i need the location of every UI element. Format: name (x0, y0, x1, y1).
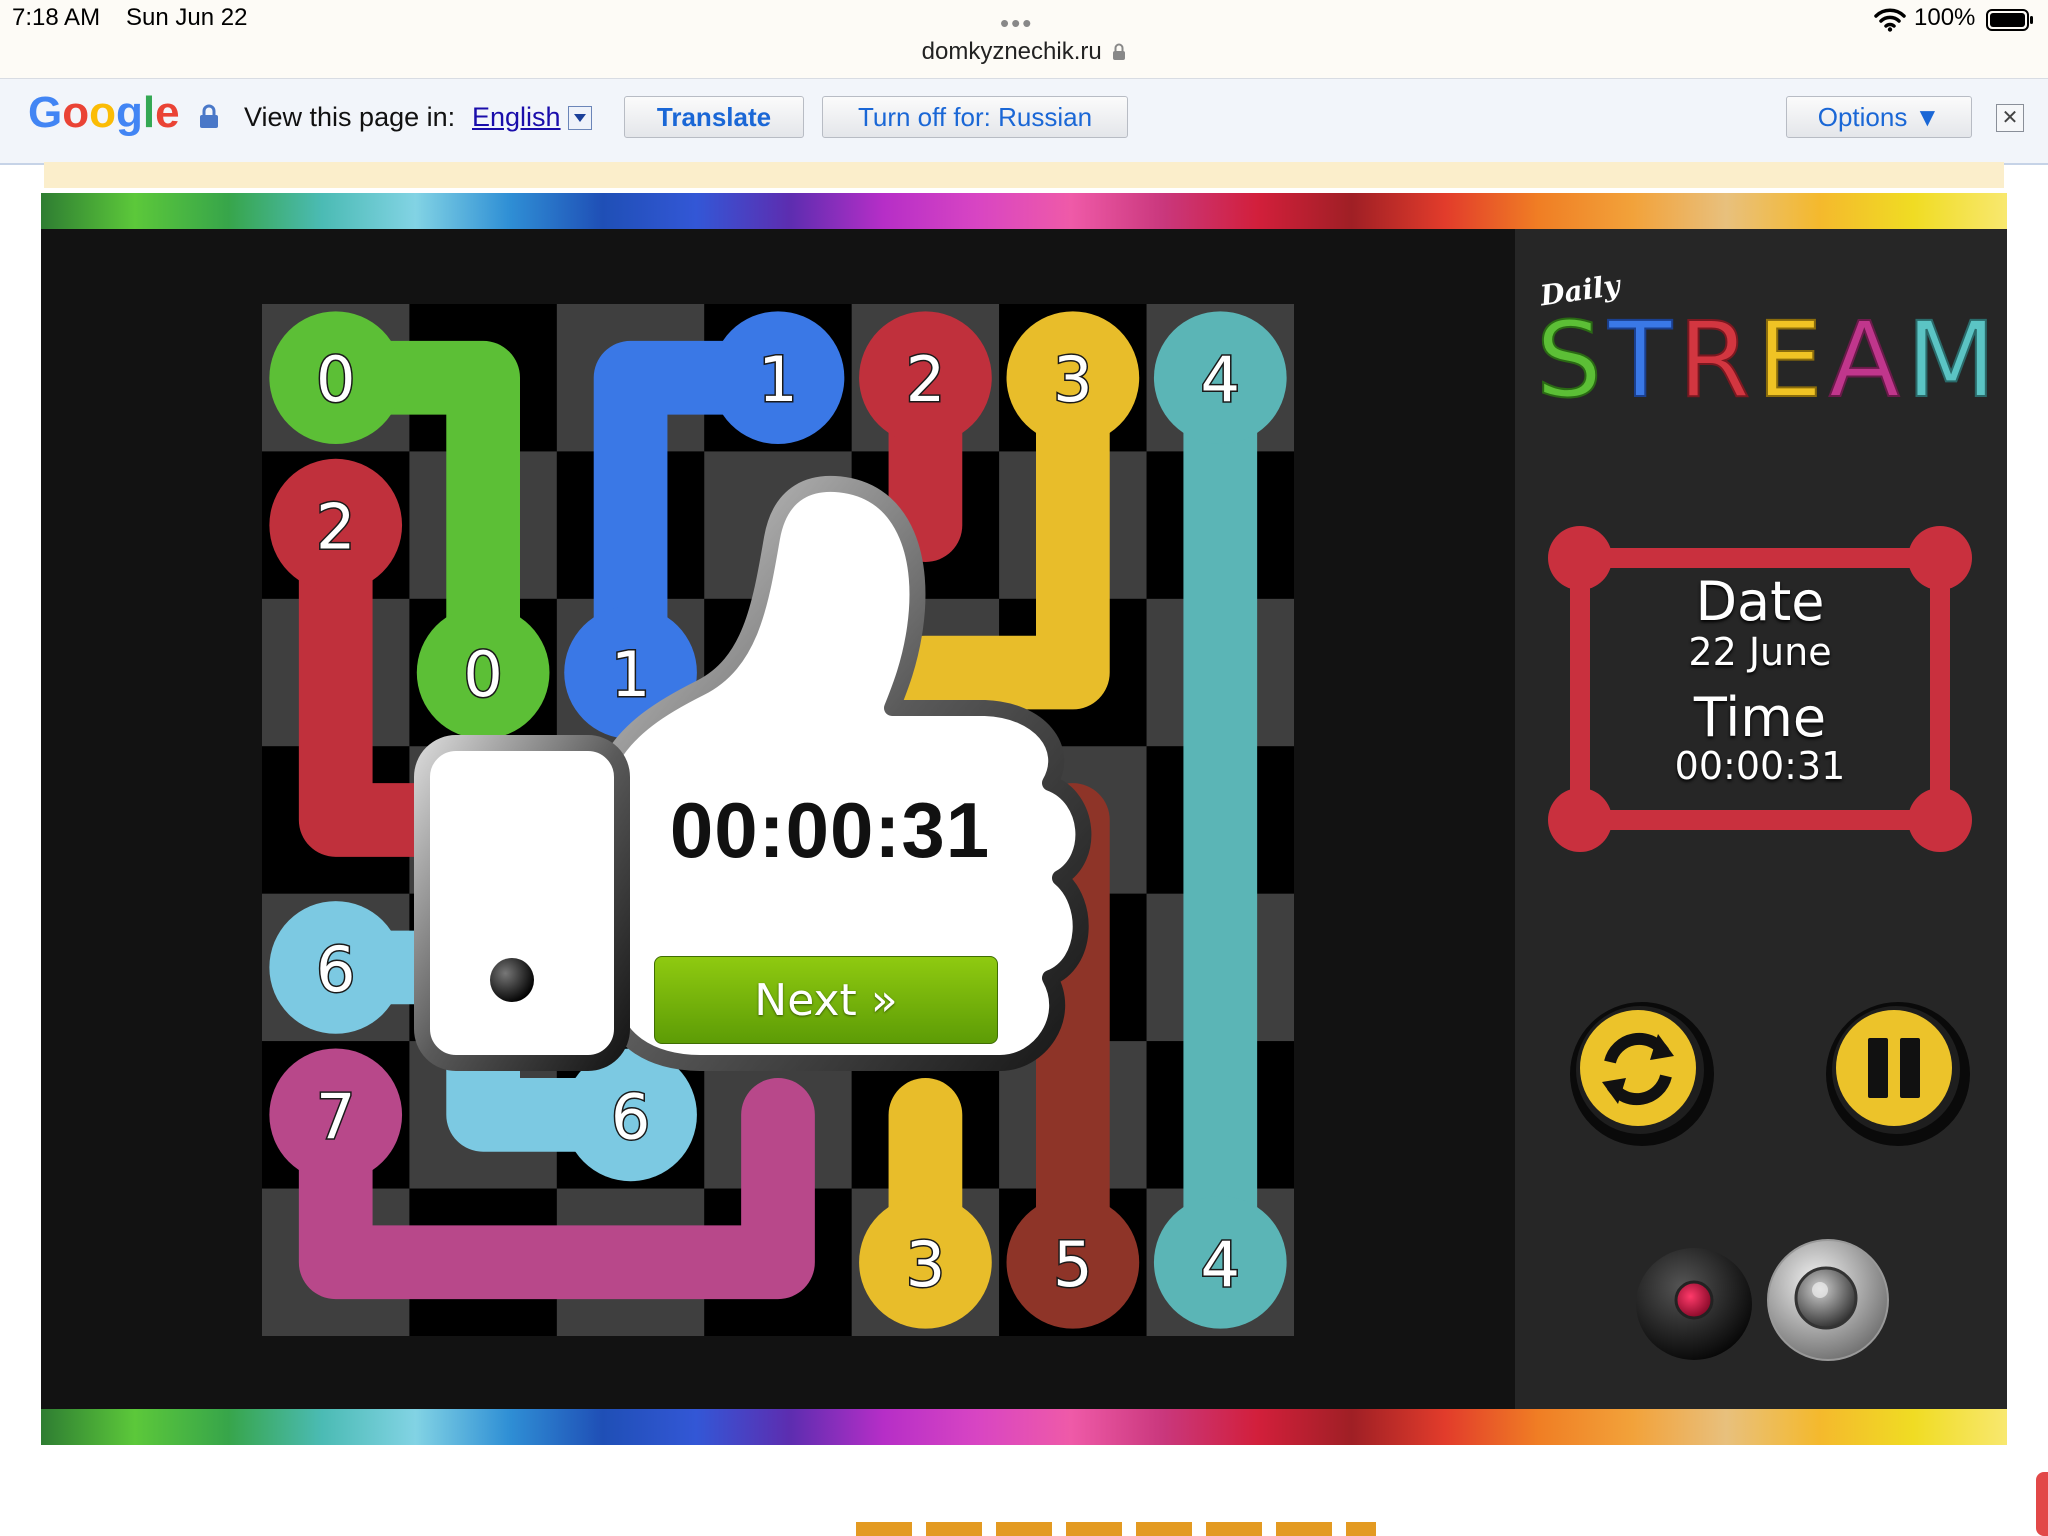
flow-endpoint[interactable]: 2 (859, 311, 992, 445)
page-content-peek (856, 1522, 1376, 1536)
url-bar[interactable]: domkyznechik.ru (0, 38, 2048, 66)
pause-button[interactable] (1816, 990, 1976, 1150)
sound-button[interactable] (1764, 1236, 1892, 1364)
date-label: Date (1695, 570, 1825, 633)
flow-endpoint[interactable]: 7 (269, 1048, 403, 1182)
endpoint-number: 3 (1053, 343, 1092, 416)
flow-endpoint[interactable]: 5 (1006, 1195, 1140, 1329)
pencil-border-top (41, 193, 2007, 229)
google-logo-letter: g (116, 88, 143, 137)
options-button[interactable]: Options ▼ (1786, 96, 1972, 138)
battery-percent: 100% (1914, 4, 1976, 31)
endpoint-number: 0 (316, 343, 355, 416)
lock-icon (1113, 43, 1126, 60)
endpoint-number: 3 (906, 1228, 945, 1301)
endpoint-number: 6 (316, 933, 355, 1006)
close-translate-button[interactable]: ✕ (1996, 104, 2024, 132)
endpoint-number: 2 (316, 491, 355, 564)
speaker-icon (1794, 1266, 1858, 1330)
next-button[interactable]: Next » (654, 956, 998, 1044)
chevron-down-icon (574, 114, 586, 122)
logo-letter: R (1677, 299, 1751, 421)
endpoint-number: 2 (906, 343, 945, 416)
lock-icon (200, 104, 218, 128)
time-label: Time (1693, 686, 1827, 749)
stream-logo: S T R E A M (1535, 299, 1997, 421)
endpoint-number: 5 (1053, 1228, 1092, 1301)
google-logo-letter: o (89, 88, 117, 137)
page-header-strip (44, 162, 2004, 188)
url-text: domkyznechik.ru (921, 38, 1102, 65)
logo-letter: S (1535, 299, 1603, 421)
turn-off-button[interactable]: Turn off for: Russian (822, 96, 1128, 138)
google-logo-letter: e (155, 88, 180, 137)
google-logo-letter: o (62, 88, 90, 137)
completion-time: 00:00:31 (669, 786, 991, 874)
flow-endpoint[interactable]: 4 (1153, 1195, 1287, 1329)
battery-icon (1986, 9, 2033, 31)
translate-button[interactable]: Translate (624, 96, 804, 138)
logo-letter: A (1828, 299, 1901, 421)
close-icon: ✕ (2001, 107, 2019, 129)
flow-endpoint[interactable]: 0 (269, 311, 403, 445)
logo-letter: T (1607, 299, 1673, 421)
google-logo-letter: G (28, 88, 63, 137)
wifi-icon (1874, 8, 1906, 32)
status-time: 7:18 AM (12, 4, 101, 31)
restart-button[interactable] (1560, 990, 1720, 1150)
view-page-label: View this page in: (244, 102, 456, 132)
endpoint-number: 1 (758, 343, 797, 416)
flow-endpoint[interactable]: 3 (859, 1195, 992, 1329)
flow-endpoint[interactable]: 3 (1006, 311, 1140, 445)
record-icon (1674, 1280, 1714, 1320)
language-link[interactable]: English (472, 102, 561, 133)
flow-endpoint[interactable]: 6 (269, 901, 403, 1034)
side-tab[interactable] (2036, 1472, 2048, 1536)
endpoint-number: 4 (1201, 343, 1240, 416)
flow-endpoint[interactable]: 4 (1153, 311, 1287, 445)
language-dropdown-button[interactable] (568, 106, 592, 130)
flow-endpoint[interactable]: 2 (269, 458, 403, 592)
date-value: 22 June (1688, 630, 1832, 674)
google-logo: Google (28, 88, 180, 138)
google-logo-letter: l (142, 88, 156, 137)
endpoint-number: 7 (316, 1080, 355, 1153)
record-button[interactable] (1632, 1240, 1756, 1364)
time-value: 00:00:31 (1674, 744, 1846, 788)
logo-letter: E (1756, 299, 1824, 421)
endpoint-number: 4 (1201, 1228, 1240, 1301)
multitask-dots[interactable]: ••• (1000, 8, 1033, 39)
logo-letter: M (1905, 299, 1997, 421)
flow-endpoint[interactable]: 1 (711, 311, 845, 445)
thumbs-up-cuff (414, 735, 630, 1071)
pencil-border-bottom (41, 1409, 2007, 1445)
status-date: Sun Jun 22 (126, 4, 248, 31)
